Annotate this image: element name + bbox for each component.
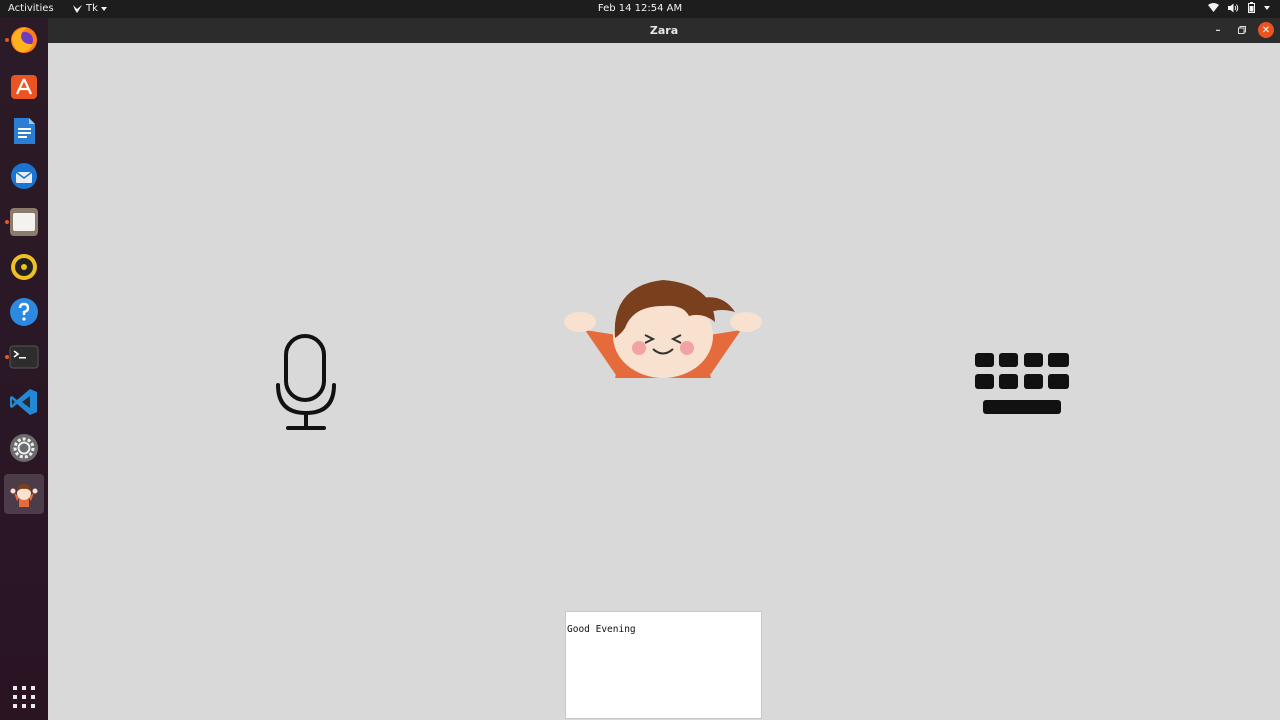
dock-item-vscode[interactable]	[4, 382, 44, 422]
output-text: Good Evening	[567, 624, 636, 635]
app-grid-icon	[13, 686, 35, 708]
maximize-button[interactable]	[1234, 22, 1250, 38]
rhythmbox-icon	[11, 254, 37, 280]
dock-item-zara[interactable]	[4, 474, 44, 514]
running-indicator	[5, 38, 9, 42]
zara-avatar	[564, 280, 762, 378]
files-icon	[10, 208, 38, 236]
dock-item-terminal[interactable]	[4, 337, 44, 377]
output-text-box[interactable]: Good Evening	[565, 611, 762, 719]
dock-item-ubuntu-software[interactable]	[4, 66, 44, 106]
dock-item-help[interactable]	[4, 292, 44, 332]
restore-icon	[1238, 26, 1246, 34]
app-menu-label: Tk	[86, 3, 98, 14]
zara-avatar-icon	[10, 484, 38, 507]
app-menu[interactable]: Tk	[72, 3, 107, 14]
dock-item-settings[interactable]	[4, 428, 44, 468]
close-button[interactable]: ✕	[1258, 22, 1274, 38]
top-bar: Activities Tk Feb 14 12:54 AM	[0, 0, 1280, 18]
battery-icon	[1248, 2, 1255, 13]
dock-item-libreoffice-writer[interactable]	[4, 111, 44, 151]
dock-item-rhythmbox[interactable]	[4, 247, 44, 287]
settings-icon	[10, 434, 38, 462]
dock-item-thunderbird[interactable]	[4, 156, 44, 196]
dock-item-firefox[interactable]	[4, 20, 44, 60]
dock	[0, 18, 48, 720]
show-applications-button[interactable]	[4, 677, 44, 717]
close-icon: ✕	[1261, 24, 1271, 36]
tk-feather-icon	[73, 4, 82, 13]
system-menu-chevron-icon	[1264, 5, 1270, 10]
microphone-button[interactable]	[274, 333, 338, 431]
minimize-button[interactable]: –	[1210, 22, 1226, 38]
keyboard-icon	[975, 353, 1069, 414]
clock[interactable]: Feb 14 12:54 AM	[598, 3, 682, 14]
volume-icon	[1228, 3, 1239, 12]
running-indicator	[5, 355, 9, 359]
system-tray[interactable]	[1208, 2, 1270, 13]
running-indicator	[5, 220, 9, 224]
firefox-icon	[11, 27, 37, 53]
activities-button[interactable]: Activities	[8, 3, 54, 14]
window-title: Zara	[649, 24, 679, 37]
minimize-icon: –	[1215, 24, 1221, 36]
window-titlebar[interactable]: Zara – ✕	[48, 18, 1280, 43]
dock-item-files[interactable]	[4, 202, 44, 242]
keyboard-button[interactable]	[974, 352, 1070, 416]
vscode-icon	[10, 389, 37, 415]
terminal-icon	[9, 345, 39, 369]
help-icon	[10, 298, 38, 326]
writer-icon	[14, 118, 35, 144]
software-icon	[11, 75, 37, 99]
microphone-icon	[276, 334, 336, 430]
chevron-down-icon	[100, 6, 107, 11]
wifi-icon	[1208, 3, 1219, 12]
thunderbird-icon	[11, 163, 37, 189]
